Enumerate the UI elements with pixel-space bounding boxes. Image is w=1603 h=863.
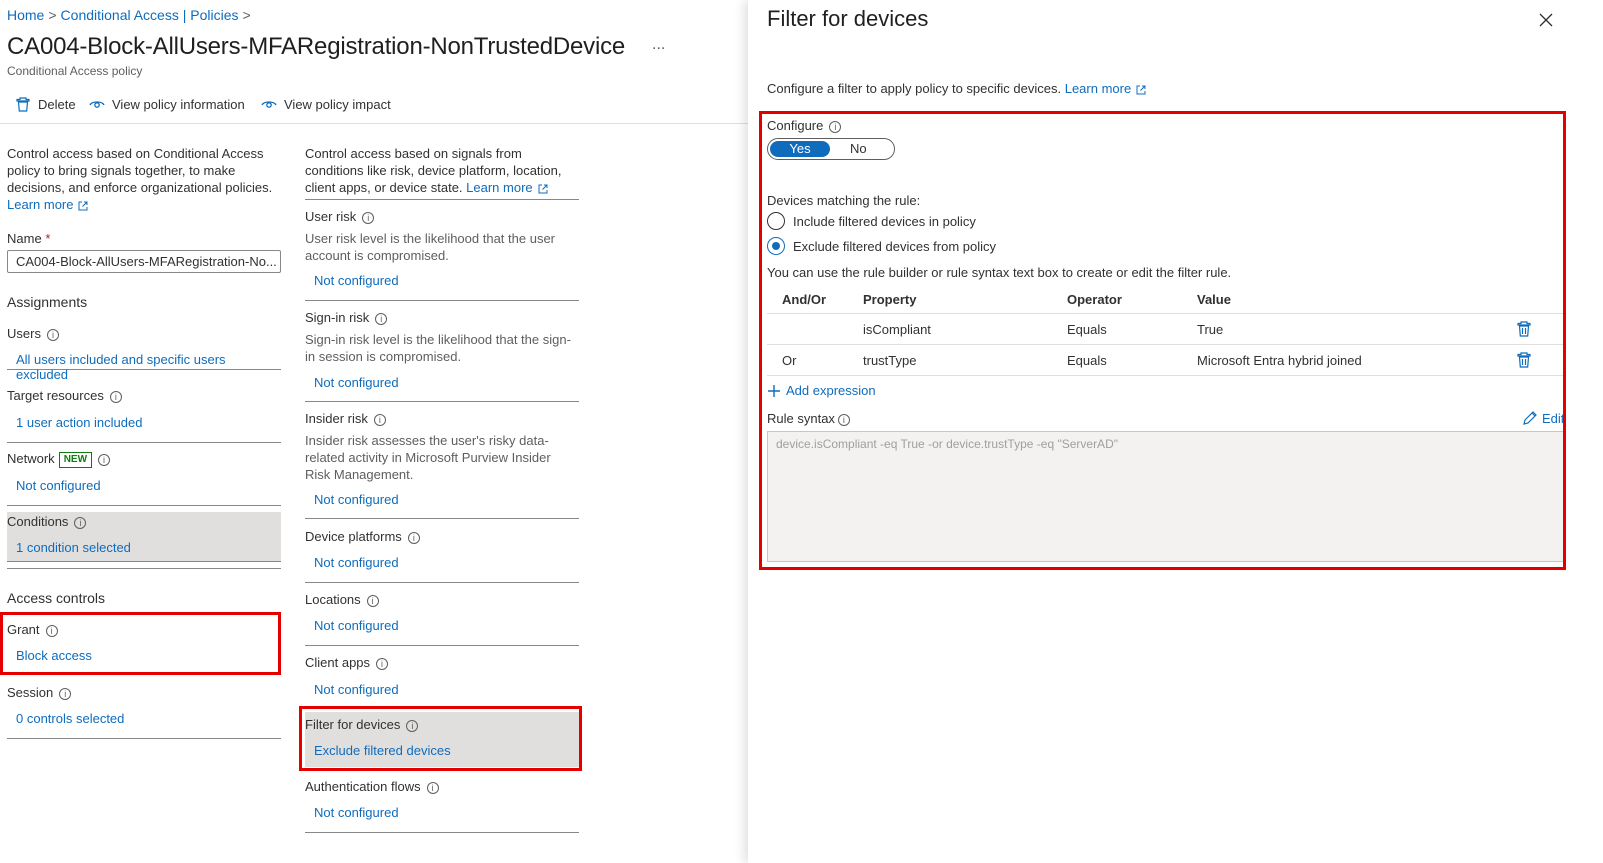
signin-risk-description: Sign-in risk level is the likelihood tha…	[305, 332, 571, 364]
user-risk-value-link[interactable]: Not configured	[314, 273, 399, 288]
external-link-icon	[78, 201, 88, 211]
users-row: Users i All users included and specific u…	[7, 318, 281, 382]
conditions-divider	[7, 562, 281, 569]
breadcrumb-home[interactable]: Home	[7, 7, 44, 23]
info-icon[interactable]: i	[74, 516, 87, 529]
session-row: Session i 0 controls selected	[7, 677, 281, 739]
name-input[interactable]: CA004-Block-AllUsers-MFARegistration-No.…	[7, 250, 281, 273]
name-label-text: Name	[7, 231, 42, 246]
access-controls-heading: Access controls	[7, 590, 106, 606]
conditions-label: Conditions	[7, 514, 69, 529]
session-value-link[interactable]: 0 controls selected	[16, 711, 124, 726]
network-value-link[interactable]: Not configured	[16, 478, 101, 493]
authentication-flows-label: Authentication flows	[305, 779, 421, 794]
highlight-box-grant	[0, 612, 281, 675]
conditions-value-link[interactable]: 1 condition selected	[16, 540, 131, 555]
locations-value-link[interactable]: Not configured	[314, 618, 399, 633]
trash-icon	[16, 97, 30, 112]
user-risk-description: User risk level is the likelihood that t…	[305, 231, 556, 263]
new-badge: NEW	[58, 451, 93, 468]
info-icon[interactable]: i	[98, 453, 111, 466]
client-apps-row: Client apps i Not configured	[305, 645, 579, 709]
close-icon[interactable]	[1538, 12, 1554, 28]
info-icon[interactable]: i	[376, 657, 389, 670]
locations-row: Locations i Not configured	[305, 582, 579, 645]
info-icon[interactable]: i	[109, 390, 122, 403]
view-policy-impact-button[interactable]: View policy impact	[261, 96, 391, 112]
info-icon[interactable]: i	[375, 312, 388, 325]
name-label: Name *	[7, 231, 50, 246]
filter-for-devices-panel: Filter for devices Configure a filter to…	[748, 0, 1603, 863]
insider-risk-row: Insider risk i Insider risk assesses the …	[305, 401, 579, 518]
conditions-description: Control access based on signals from con…	[305, 145, 580, 196]
authentication-flows-value-link[interactable]: Not configured	[314, 805, 399, 820]
delete-button[interactable]: Delete	[15, 96, 76, 112]
highlight-box-panel	[759, 111, 1566, 570]
view-policy-info-button[interactable]: View policy information	[89, 96, 245, 112]
users-value-link[interactable]: All users included and specific users ex…	[16, 352, 281, 382]
more-options-button[interactable]: ...	[652, 36, 665, 54]
breadcrumb-policies[interactable]: Conditional Access | Policies	[61, 7, 239, 23]
highlight-box-filter-for-devices	[299, 706, 582, 771]
signin-risk-row: Sign-in risk i Sign-in risk level is the …	[305, 300, 579, 401]
user-risk-row: User risk i User risk level is the likeli…	[305, 199, 579, 300]
panel-description: Configure a filter to apply policy to sp…	[767, 81, 1146, 96]
signin-risk-value-link[interactable]: Not configured	[314, 375, 399, 390]
info-icon[interactable]: i	[407, 531, 420, 544]
eye-icon	[89, 101, 105, 108]
page-subtitle: Conditional Access policy	[7, 64, 143, 78]
external-link-icon	[1136, 85, 1146, 95]
device-platforms-value-link[interactable]: Not configured	[314, 555, 399, 570]
device-platforms-label: Device platforms	[305, 529, 402, 544]
left-learn-more-link[interactable]: Learn more	[7, 197, 73, 212]
eye-icon	[261, 101, 277, 108]
network-row: Network NEW i Not configured	[7, 443, 281, 506]
mid-learn-more-link[interactable]: Learn more	[466, 180, 532, 195]
device-platforms-row: Device platforms i Not configured	[305, 518, 579, 582]
locations-label: Locations	[305, 592, 361, 607]
view-policy-info-label: View policy information	[112, 96, 245, 112]
left-description-text: Control access based on Conditional Acce…	[7, 146, 273, 195]
insider-risk-value-link[interactable]: Not configured	[314, 492, 399, 507]
network-label: Network	[7, 451, 55, 466]
target-resources-row: Target resources i 1 user action included	[7, 380, 281, 443]
left-description: Control access based on Conditional Acce…	[7, 145, 277, 213]
info-icon[interactable]: i	[366, 594, 379, 607]
client-apps-label: Client apps	[305, 655, 371, 670]
target-resources-label: Target resources	[7, 388, 104, 403]
toolbar: Delete View policy information View poli…	[0, 96, 748, 124]
breadcrumb: Home > Conditional Access | Policies >	[7, 7, 255, 23]
user-risk-label: User risk	[305, 209, 357, 224]
target-resources-value-link[interactable]: 1 user action included	[16, 415, 142, 430]
session-label: Session	[7, 685, 54, 700]
info-icon[interactable]: i	[46, 328, 59, 341]
breadcrumb-separator: >	[48, 7, 57, 23]
panel-learn-more-link[interactable]: Learn more	[1065, 81, 1131, 96]
assignments-heading: Assignments	[7, 294, 88, 310]
signin-risk-label: Sign-in risk	[305, 310, 370, 325]
insider-risk-description: Insider risk assesses the user's risky d…	[305, 433, 551, 482]
users-label: Users	[7, 326, 41, 341]
external-link-icon	[538, 184, 548, 194]
page-title: CA004-Block-AllUsers-MFARegistration-Non…	[7, 33, 626, 60]
info-icon[interactable]: i	[362, 211, 375, 224]
client-apps-value-link[interactable]: Not configured	[314, 682, 399, 697]
conditions-row[interactable]: Conditions i 1 condition selected	[7, 512, 281, 562]
authentication-flows-row: Authentication flows i Not configured	[305, 770, 579, 833]
view-policy-impact-label: View policy impact	[284, 96, 391, 112]
insider-risk-label: Insider risk	[305, 411, 368, 426]
info-icon[interactable]: i	[426, 781, 439, 794]
delete-label: Delete	[38, 96, 76, 112]
info-icon[interactable]: i	[59, 687, 72, 700]
breadcrumb-separator: >	[242, 7, 251, 23]
required-mark: *	[45, 231, 51, 246]
info-icon[interactable]: i	[373, 413, 386, 426]
panel-title: Filter for devices	[767, 6, 929, 31]
panel-description-text: Configure a filter to apply policy to sp…	[767, 81, 1062, 96]
